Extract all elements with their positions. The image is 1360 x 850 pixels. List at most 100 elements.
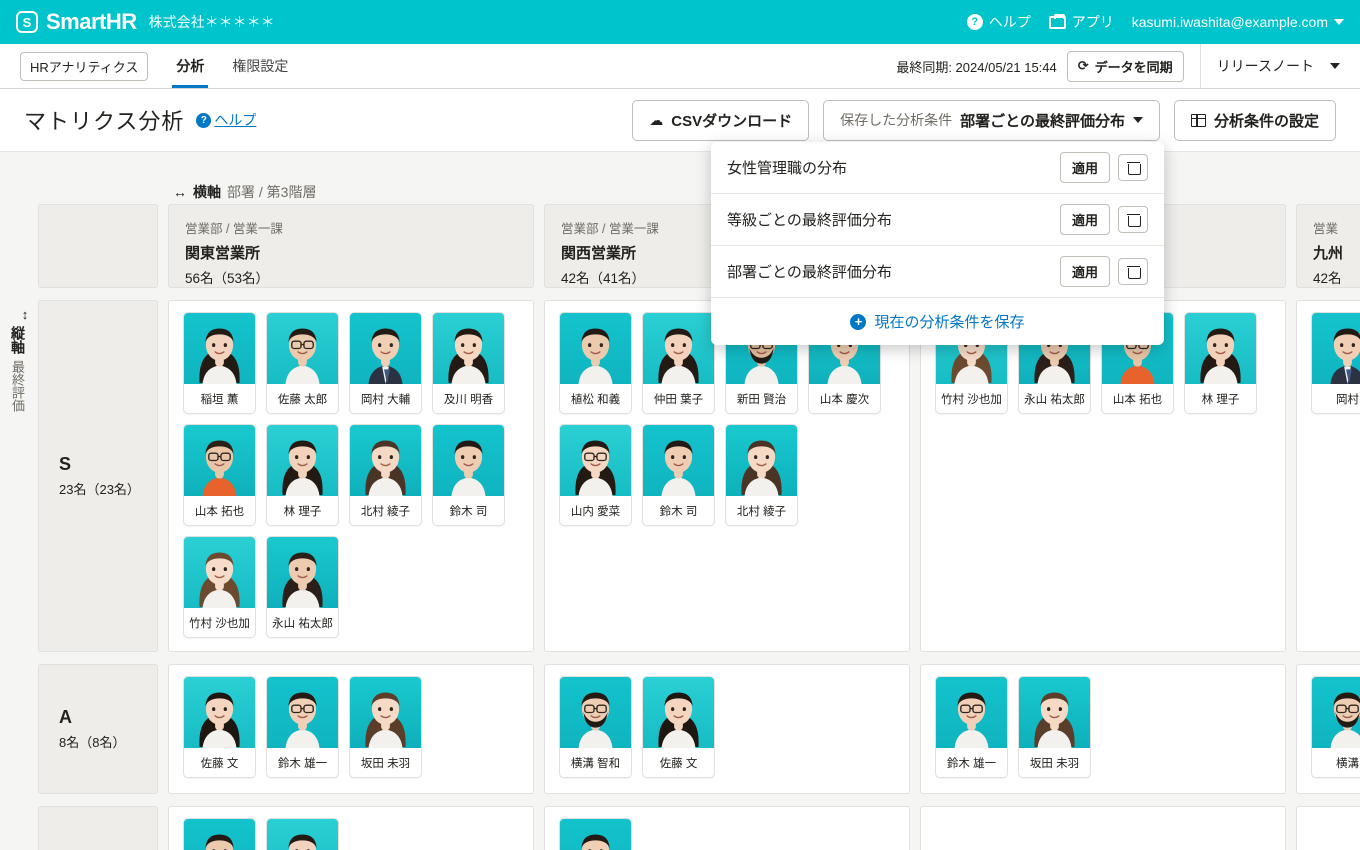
employee-card[interactable]: 山内 愛菜 <box>559 424 632 526</box>
last-sync-label: 最終同期: 2024/05/21 15:44 <box>896 59 1057 75</box>
delete-button[interactable] <box>1118 258 1148 285</box>
delete-button[interactable] <box>1118 206 1148 233</box>
row-header: S 23名（23名） <box>38 300 158 652</box>
column-path: 営業部 / 営業一課 <box>185 222 283 236</box>
employee-card[interactable]: 林 理子 <box>1184 312 1257 414</box>
employee-name: 竹村 沙也加 <box>189 618 250 630</box>
analysis-settings-button[interactable]: 分析条件の設定 <box>1173 99 1336 141</box>
employee-avatar <box>267 425 338 498</box>
employee-card[interactable]: 横溝 <box>1311 676 1360 778</box>
release-note-menu[interactable]: リリースノート <box>1217 56 1340 76</box>
employee-avatar <box>350 425 421 498</box>
employee-card[interactable]: 北村 綾子 <box>725 424 798 526</box>
vertical-arrow-icon: ↕ <box>21 307 29 322</box>
employee-card[interactable]: 山本 拓也 <box>183 424 256 526</box>
row-count: 23名（23名） <box>59 482 140 497</box>
saved-condition-row[interactable]: 女性管理職の分布 適用 <box>711 142 1164 194</box>
employee-name: 横溝 <box>1336 758 1359 770</box>
employee-avatar <box>560 677 631 750</box>
employee-card[interactable]: 佐藤 太郎 <box>266 312 339 414</box>
employee-avatar <box>1019 677 1090 750</box>
employee-name: 及川 明香 <box>443 394 494 406</box>
saved-condition-row[interactable]: 部署ごとの最終評価分布 適用 <box>711 246 1164 298</box>
matrix-body: S 23名（23名） 稲垣 薫 佐藤 太郎 岡村 大輔 及川 明香 山本 拓也 … <box>38 300 1360 850</box>
employee-card[interactable]: 鈴木 司 <box>432 424 505 526</box>
employee-card[interactable]: 坂田 未羽 <box>349 676 422 778</box>
employee-card[interactable]: 永山 祐太郎 <box>266 536 339 638</box>
employee-avatar <box>267 819 338 850</box>
save-current-condition-button[interactable]: + 現在の分析条件を保存 <box>711 298 1164 345</box>
apply-button[interactable]: 適用 <box>1059 204 1110 235</box>
delete-button[interactable] <box>1118 154 1148 181</box>
employee-avatar <box>267 537 338 610</box>
employee-card[interactable]: 佐藤 文 <box>183 676 256 778</box>
question-mark-icon: ? <box>966 14 983 30</box>
employee-name: 鈴木 司 <box>659 506 698 518</box>
help-menu-item[interactable]: ? ヘルプ <box>966 12 1031 32</box>
employee-card[interactable]: 植松 和義 <box>559 312 632 414</box>
apps-menu-item[interactable]: アプリ <box>1048 12 1114 32</box>
analysis-settings-label: 分析条件の設定 <box>1213 112 1319 130</box>
matrix-cell: 佐藤 文 鈴木 雄一 坂田 未羽 <box>168 664 534 794</box>
tab-permissions[interactable]: 権限設定 <box>218 44 302 88</box>
sync-icon: ⟳ <box>1077 58 1089 73</box>
employee-name: 山本 慶次 <box>819 394 870 406</box>
saved-condition-label: 部署ごとの最終評価分布 <box>727 264 892 281</box>
employee-card[interactable]: 林 理子 <box>266 424 339 526</box>
apply-button[interactable]: 適用 <box>1059 256 1110 287</box>
column-name: 九州 <box>1313 245 1344 262</box>
trash-icon <box>1126 213 1141 227</box>
account-menu[interactable]: kasumi.iwashita@example.com <box>1132 14 1344 30</box>
matrix-row: S 23名（23名） 稲垣 薫 佐藤 太郎 岡村 大輔 及川 明香 山本 拓也 … <box>38 300 1360 652</box>
employee-card[interactable]: 岡村 大輔 <box>349 312 422 414</box>
brand-logo[interactable]: S SmartHR <box>16 9 137 35</box>
tab-analysis[interactable]: 分析 <box>162 44 218 88</box>
row-header <box>38 806 158 850</box>
employee-card[interactable]: 北村 綾子 <box>349 424 422 526</box>
app-name-chip[interactable]: HRアナリティクス <box>20 51 149 81</box>
employee-card[interactable]: 及川 明香 <box>432 312 505 414</box>
row-label: A <box>59 707 72 727</box>
employee-card[interactable]: 岡村 <box>1311 312 1360 414</box>
employee-name: 佐藤 太郎 <box>277 394 328 406</box>
employee-name: 鈴木 雄一 <box>946 758 997 770</box>
saved-conditions-dropdown-button[interactable]: 保存した分析条件 部署ごとの最終評価分布 <box>823 99 1160 141</box>
release-note-label: リリースノート <box>1216 58 1314 74</box>
page-help-link[interactable]: ? ヘルプ <box>196 110 256 130</box>
employee-card[interactable]: 竹村 沙也加 <box>183 536 256 638</box>
employee-avatar <box>1312 313 1360 386</box>
employee-card[interactable]: 鈴木 司 <box>642 424 715 526</box>
saved-condition-row[interactable]: 等級ごとの最終評価分布 適用 <box>711 194 1164 246</box>
employee-card[interactable]: 鈴木 雄一 <box>266 676 339 778</box>
employee-avatar <box>433 313 504 386</box>
employee-card[interactable] <box>559 818 632 850</box>
saved-condition-label: 女性管理職の分布 <box>727 160 848 177</box>
apply-button[interactable]: 適用 <box>1059 152 1110 183</box>
column-header: 営業 九州 42名 <box>1296 204 1360 288</box>
toolbar-divider <box>1199 44 1201 88</box>
csv-download-button[interactable]: ☁ CSVダウンロード <box>632 99 810 141</box>
employee-name: 坂田 未羽 <box>360 758 411 770</box>
employee-card[interactable]: 仲田 葉子 <box>642 312 715 414</box>
employee-card[interactable]: 坂田 未羽 <box>1018 676 1091 778</box>
account-email: kasumi.iwashita@example.com <box>1131 14 1328 30</box>
employee-card[interactable]: 佐藤 文 <box>642 676 715 778</box>
chevron-down-icon <box>1330 63 1340 69</box>
tabbar-right: 最終同期: 2024/05/21 15:44 ⟳ データを同期 リリースノート <box>896 44 1340 88</box>
employee-card[interactable]: 鈴木 雄一 <box>935 676 1008 778</box>
x-axis-title: 横軸 <box>193 184 221 200</box>
employee-name: 佐藤 文 <box>200 758 239 770</box>
apps-label: アプリ <box>1071 14 1114 30</box>
employee-name: 横溝 智和 <box>570 758 621 770</box>
employee-card[interactable]: 稲垣 薫 <box>183 312 256 414</box>
employee-avatar <box>184 313 255 386</box>
employee-card[interactable] <box>266 818 339 850</box>
saved-condition-actions: 適用 <box>1059 256 1148 287</box>
employee-card[interactable] <box>183 818 256 850</box>
question-mark-icon: ? <box>196 112 212 128</box>
trash-icon <box>1126 265 1141 279</box>
employee-card[interactable]: 横溝 智和 <box>559 676 632 778</box>
column-name: 関東営業所 <box>185 245 261 262</box>
employee-name: 岡村 大輔 <box>360 394 411 406</box>
sync-data-button[interactable]: ⟳ データを同期 <box>1066 50 1184 82</box>
